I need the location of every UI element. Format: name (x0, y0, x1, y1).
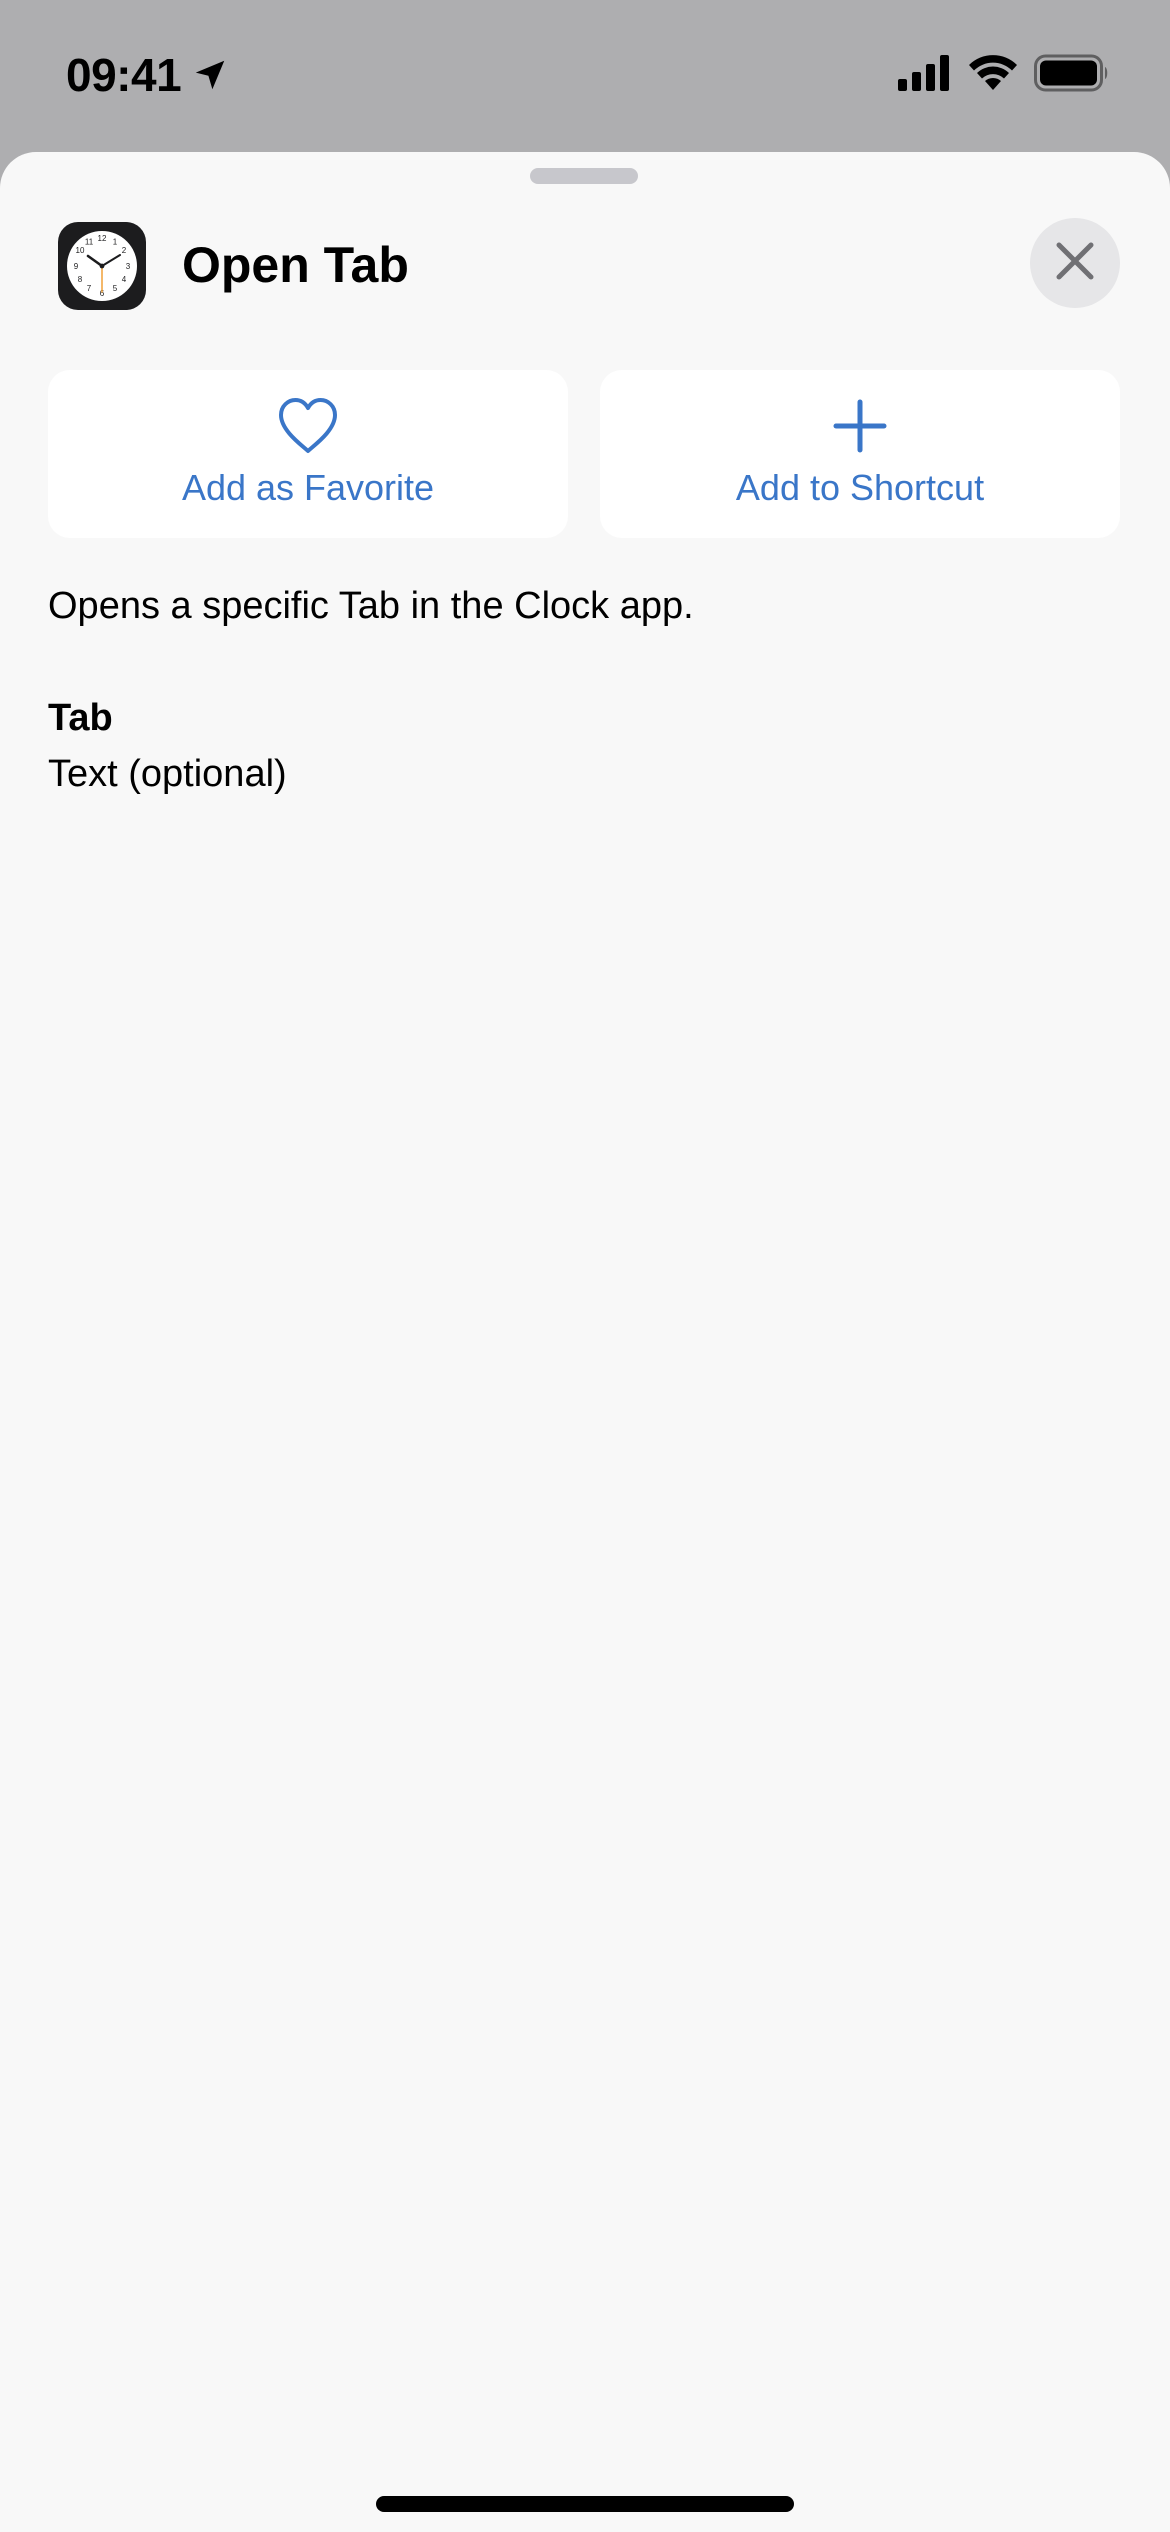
heart-icon (276, 394, 340, 458)
svg-text:2: 2 (122, 246, 127, 255)
home-indicator[interactable] (376, 2496, 794, 2512)
add-as-favorite-button[interactable]: Add as Favorite (48, 370, 568, 538)
parameter-name: Tab (48, 697, 113, 739)
cellular-signal-icon (898, 54, 952, 96)
location-arrow-icon (191, 56, 229, 94)
wifi-icon (968, 54, 1018, 97)
parameter-type: Text (optional) (48, 753, 287, 795)
svg-text:3: 3 (126, 262, 131, 271)
plus-icon (828, 394, 892, 458)
svg-text:4: 4 (122, 275, 127, 284)
battery-icon (1034, 54, 1110, 97)
svg-text:10: 10 (76, 246, 85, 255)
sheet-title: Open Tab (182, 237, 409, 293)
svg-text:7: 7 (87, 284, 92, 293)
svg-text:1: 1 (113, 238, 118, 247)
svg-text:9: 9 (74, 262, 79, 271)
svg-text:11: 11 (85, 238, 94, 247)
svg-text:12: 12 (98, 234, 107, 243)
svg-text:5: 5 (113, 284, 118, 293)
action-detail-sheet: 12 1 2 3 4 5 6 7 8 9 10 11 Open Tab Add … (0, 152, 1170, 2532)
add-to-shortcut-label: Add to Shortcut (735, 467, 985, 508)
svg-text:8: 8 (78, 275, 83, 284)
status-time-group: 09:41 (66, 44, 229, 106)
status-time: 09:41 (66, 49, 182, 101)
sheet-grabber[interactable] (530, 168, 638, 184)
action-description: Opens a specific Tab in the Clock app. (48, 585, 694, 627)
add-to-shortcut-button[interactable]: Add to Shortcut (600, 370, 1120, 538)
add-as-favorite-label: Add as Favorite (181, 467, 435, 508)
close-button[interactable] (1030, 218, 1120, 308)
status-indicators (898, 52, 1110, 98)
status-bar: 09:41 (0, 0, 1170, 150)
clock-app-icon: 12 1 2 3 4 5 6 7 8 9 10 11 (58, 222, 146, 310)
close-icon (1055, 241, 1095, 286)
